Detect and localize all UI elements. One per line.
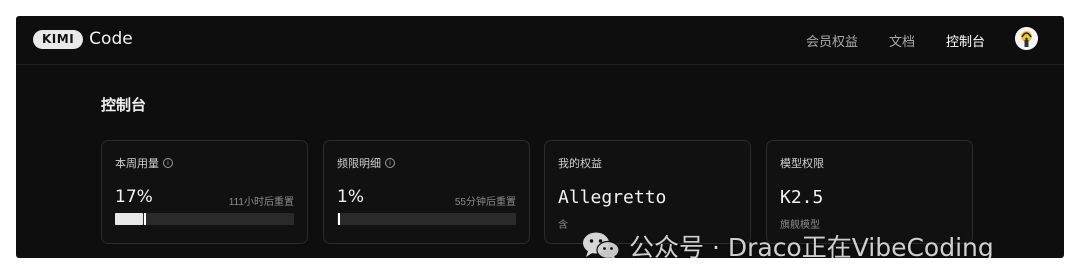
plan-subtext: 含: [558, 220, 568, 230]
avatar-icon: [1015, 27, 1038, 50]
logo-pill: KIMI: [33, 29, 84, 49]
model-name: K2.5: [780, 187, 824, 208]
card-label: 频限明细: [337, 158, 381, 170]
kimi-code-logo[interactable]: KIMI Code: [33, 29, 133, 49]
weekly-usage-progress-bar: [115, 213, 294, 225]
plan-name: Allegretto: [558, 187, 667, 208]
app-window: KIMI Code 会员权益 文档 控制台 控制台 本周用量 i 17% 111…: [16, 16, 1064, 258]
weekly-usage-label-row: 本周用量 i: [115, 155, 173, 171]
rate-limit-card: 频限明细 i 1% 55分钟后重置: [323, 140, 530, 244]
top-nav-bar: KIMI Code 会员权益 文档 控制台: [16, 16, 1064, 65]
weekly-usage-reset-time: 111小时后重置: [228, 197, 294, 208]
avatar[interactable]: [1015, 27, 1038, 50]
weekly-usage-value: 17%: [115, 187, 153, 207]
nav-item-console[interactable]: 控制台: [946, 31, 985, 50]
nav-item-docs[interactable]: 文档: [889, 31, 915, 50]
weekly-usage-card: 本周用量 i 17% 111小时后重置: [101, 140, 308, 244]
info-icon[interactable]: i: [163, 158, 173, 168]
logo-text: Code: [89, 29, 133, 49]
wechat-icon: [583, 232, 620, 258]
model-access-label: 模型权限: [780, 158, 824, 170]
rate-limit-progress-marker: [338, 213, 340, 225]
watermark-text: 公众号 · Draco正在VibeCoding: [629, 233, 994, 258]
my-benefits-label: 我的权益: [558, 158, 602, 170]
weekly-usage-progress-fill: [115, 213, 143, 225]
rate-limit-reset-time: 55分钟后重置: [454, 197, 516, 208]
weekly-usage-progress-marker: [144, 213, 146, 225]
info-icon[interactable]: i: [385, 158, 395, 168]
rate-limit-value: 1%: [337, 187, 364, 207]
rate-limit-progress-bar: [337, 213, 516, 225]
rate-limit-label-row: 频限明细 i: [337, 155, 395, 171]
page-title: 控制台: [101, 97, 147, 114]
card-label: 本周用量: [115, 158, 159, 170]
nav-item-membership[interactable]: 会员权益: [806, 31, 858, 50]
watermark: 公众号 · Draco正在VibeCoding: [581, 228, 994, 258]
